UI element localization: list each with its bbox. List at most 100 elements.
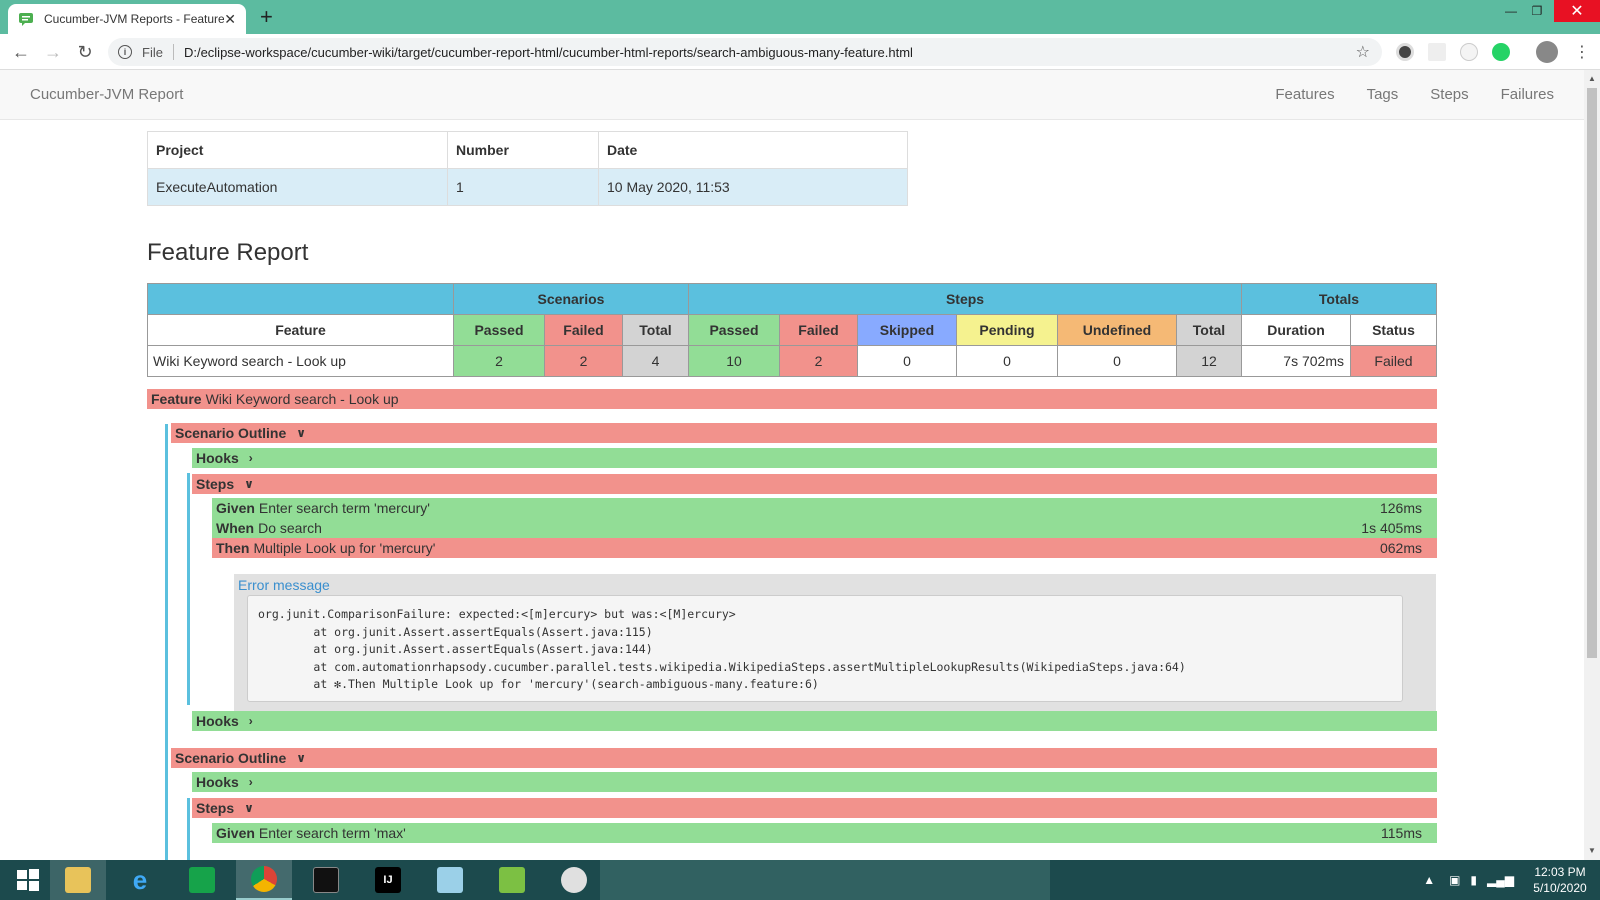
taskbar-wallpaper-strip <box>600 860 1050 900</box>
browser-menu-icon[interactable]: ⋮ <box>1574 42 1590 62</box>
page-scrollbar[interactable]: ▲ ▼ <box>1584 70 1600 860</box>
feature-name: Wiki Keyword search - Look up <box>205 391 399 407</box>
paint-taskbar-icon[interactable] <box>546 860 602 900</box>
scroll-up-icon[interactable]: ▲ <box>1584 72 1600 86</box>
step-duration: 115ms <box>1381 825 1422 841</box>
hooks-toggle[interactable]: Hooks › <box>192 448 1437 468</box>
close-window-button[interactable]: ✕ <box>1554 0 1600 22</box>
tray-expand-icon[interactable]: ▲ <box>1423 873 1435 887</box>
page-title: Feature Report <box>147 239 309 266</box>
scroll-down-icon[interactable]: ▼ <box>1584 844 1600 858</box>
date-value: 10 May 2020, 11:53 <box>598 168 908 206</box>
scenarios-total-header[interactable]: Total <box>622 314 689 346</box>
step-text: Enter search term 'max' <box>258 825 406 841</box>
reload-icon[interactable]: ↻ <box>73 40 97 64</box>
nav-link-failures[interactable]: Failures <box>1501 86 1554 103</box>
windows-logo-icon <box>17 869 39 891</box>
steps-undefined-header[interactable]: Undefined <box>1057 314 1177 346</box>
hooks-label: Hooks <box>196 713 239 729</box>
project-value: ExecuteAutomation <box>147 168 448 206</box>
store-taskbar-icon[interactable] <box>174 860 230 900</box>
scenario-outline-toggle[interactable]: Scenario Outline ∨ <box>171 748 1437 768</box>
steps-indent-line <box>187 798 190 860</box>
steps-skipped-cell: 0 <box>857 345 957 377</box>
back-arrow-icon[interactable]: ← <box>9 40 33 64</box>
status-header[interactable]: Status <box>1350 314 1437 346</box>
extension-circle-icon[interactable] <box>1460 43 1478 61</box>
scenario-outline-toggle[interactable]: Scenario Outline ∨ <box>171 423 1437 443</box>
tab-title: Cucumber-JVM Reports - Feature <box>44 12 224 26</box>
network-error-icon[interactable]: ▣ <box>1449 873 1460 887</box>
project-header: Project <box>147 131 448 169</box>
chevron-down-icon: ∨ <box>296 751 306 765</box>
file-explorer-taskbar-icon[interactable] <box>50 860 106 900</box>
extension-grid-icon[interactable] <box>1428 43 1446 61</box>
scenarios-failed-header[interactable]: Failed <box>544 314 623 346</box>
site-info-icon[interactable]: i <box>118 45 132 59</box>
notepad-plus-taskbar-icon[interactable] <box>484 860 540 900</box>
steps-failed-cell: 2 <box>779 345 858 377</box>
nav-link-steps[interactable]: Steps <box>1430 86 1468 103</box>
error-message-link[interactable]: Error message <box>238 577 330 593</box>
chrome-taskbar-icon[interactable] <box>236 860 292 900</box>
scrollbar-thumb[interactable] <box>1587 88 1597 658</box>
report-brand[interactable]: Cucumber-JVM Report <box>30 86 183 103</box>
scenario-indent-line <box>165 424 168 804</box>
whatsapp-extension-icon[interactable] <box>1492 43 1510 61</box>
hooks-label: Hooks <box>196 450 239 466</box>
totals-group-header: Totals <box>1241 283 1437 315</box>
browser-title-bar: Cucumber-JVM Reports - Feature ✕ + — ❐ ✕ <box>0 0 1600 34</box>
steps-passed-header[interactable]: Passed <box>688 314 780 346</box>
taskbar-clock[interactable]: 12:03 PM 5/10/2020 <box>1520 864 1600 896</box>
clock-date: 5/10/2020 <box>1533 881 1587 895</box>
step-row: Then Multiple Look up for 'mercury' 062m… <box>212 538 1437 558</box>
windows-taskbar: e IJ ▲ ▣ ▮ ▂▄▆ 12:03 PM 5/10/2020 <box>0 860 1600 900</box>
steps-label: Steps <box>196 800 235 816</box>
bookmark-star-icon[interactable]: ☆ <box>1356 42 1370 62</box>
internet-explorer-taskbar-icon[interactable]: e <box>112 860 168 900</box>
forward-arrow-icon[interactable]: → <box>41 40 65 64</box>
step-keyword: When <box>216 520 255 536</box>
date-header: Date <box>598 131 908 169</box>
notepad-taskbar-icon[interactable] <box>422 860 478 900</box>
step-text: Do search <box>258 520 322 536</box>
stats-blank-header <box>147 283 454 315</box>
nav-link-tags[interactable]: Tags <box>1367 86 1399 103</box>
chevron-right-icon: › <box>248 775 253 789</box>
steps-total-header[interactable]: Total <box>1176 314 1242 346</box>
steps-pending-cell: 0 <box>956 345 1058 377</box>
browser-tab[interactable]: Cucumber-JVM Reports - Feature ✕ <box>8 4 246 34</box>
hooks-toggle[interactable]: Hooks › <box>192 772 1437 792</box>
command-prompt-taskbar-icon[interactable] <box>298 860 354 900</box>
steps-toggle[interactable]: Steps ∨ <box>192 474 1437 494</box>
hooks-label: Hooks <box>196 774 239 790</box>
scenarios-group-header: Scenarios <box>453 283 689 315</box>
profile-avatar[interactable] <box>1536 41 1558 63</box>
system-tray: ▲ ▣ ▮ ▂▄▆ 12:03 PM 5/10/2020 <box>1423 860 1600 900</box>
report-favicon-icon <box>19 13 33 26</box>
address-bar[interactable]: i File D:/eclipse-workspace/cucumber-wik… <box>108 38 1382 66</box>
scenarios-passed-header[interactable]: Passed <box>453 314 545 346</box>
tab-close-icon[interactable]: ✕ <box>224 11 236 28</box>
power-icon[interactable]: ▮ <box>1470 873 1477 887</box>
nav-link-features[interactable]: Features <box>1275 86 1334 103</box>
hooks-toggle[interactable]: Hooks › <box>192 711 1437 731</box>
new-tab-button[interactable]: + <box>260 6 273 28</box>
chevron-down-icon: ∨ <box>244 801 254 815</box>
step-duration: 1s 405ms <box>1361 520 1422 536</box>
chevron-down-icon: ∨ <box>244 477 254 491</box>
steps-skipped-header[interactable]: Skipped <box>857 314 957 346</box>
steps-failed-header[interactable]: Failed <box>779 314 858 346</box>
url-text[interactable]: D:/eclipse-workspace/cucumber-wiki/targe… <box>184 45 913 60</box>
status-cell: Failed <box>1350 345 1437 377</box>
signal-icon[interactable]: ▂▄▆ <box>1487 873 1514 887</box>
steps-toggle[interactable]: Steps ∨ <box>192 798 1437 818</box>
step-row: Given Enter search term 'mercury' 126ms <box>212 498 1437 518</box>
intellij-taskbar-icon[interactable]: IJ <box>360 860 416 900</box>
start-button[interactable] <box>0 860 56 900</box>
extension-record-icon[interactable] <box>1396 43 1414 61</box>
steps-pending-header[interactable]: Pending <box>956 314 1058 346</box>
omnibox-separator <box>172 44 174 60</box>
feature-col-header[interactable]: Feature <box>147 314 454 346</box>
duration-header[interactable]: Duration <box>1241 314 1351 346</box>
